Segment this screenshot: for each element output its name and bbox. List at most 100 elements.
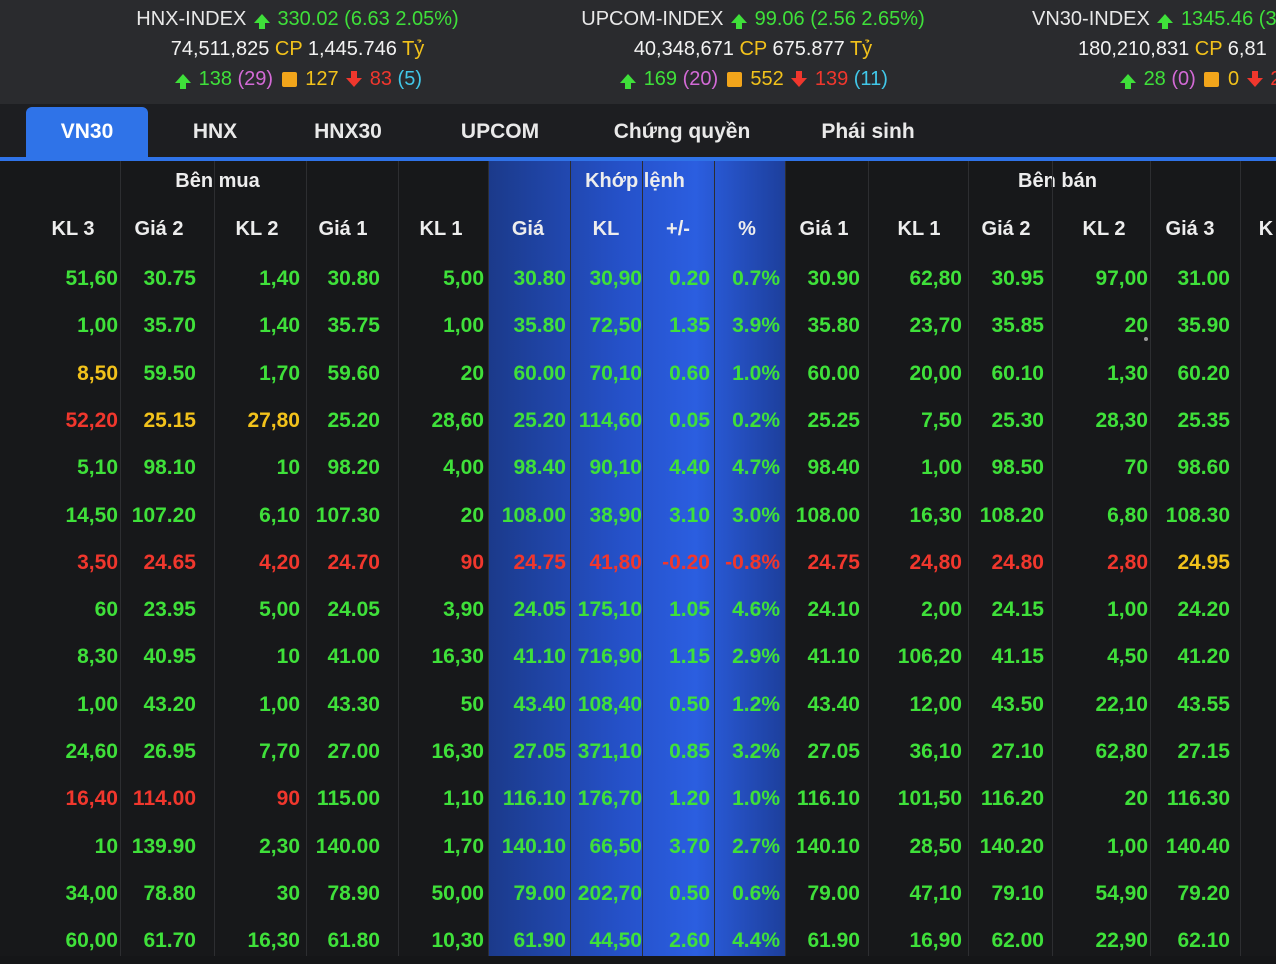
match-volume-cell: 72,50	[589, 314, 642, 338]
table-row[interactable]: 7051,6030.751,4030.805,0030.8030,900.200…	[0, 255, 1276, 302]
column-header-buy-volume-3[interactable]: KL 3	[28, 209, 118, 249]
sell-volume-3-cell	[1236, 539, 1276, 586]
index-name: VN30-INDEX	[1032, 8, 1150, 30]
buy-volume-1-cell: 5,00	[443, 267, 484, 290]
tab-phai-sinh[interactable]: Phái sinh	[800, 107, 936, 157]
column-header-buy-price-2[interactable]: Giá 2	[122, 209, 196, 249]
table-row[interactable]: 05,1098.101098.204,0098.4090,104.404.7%9…	[0, 444, 1276, 491]
table-row[interactable]: 508,5059.501,7059.602060.0070,100.601.0%…	[0, 350, 1276, 397]
column-header-match-price[interactable]: Giá	[490, 209, 566, 249]
match-price-cell: 35.80	[513, 314, 566, 338]
buy-price-1-cell: 30.80	[327, 267, 380, 290]
sell-price-2-cell: 60.10	[991, 361, 1044, 385]
column-header-buy-volume-2[interactable]: KL 2	[214, 209, 300, 249]
match-price-cell: 116.10	[502, 787, 566, 811]
match-percent-cell: -0.8%	[725, 550, 780, 574]
match-percent-cell: 0.7%	[732, 267, 780, 290]
index-change: (2.56 2.65%)	[810, 8, 925, 30]
sell-volume-2-cell: 1,00	[1107, 598, 1148, 622]
column-header-sell-price-1[interactable]: Giá 1	[788, 209, 860, 249]
index-volume: 74,511,825	[170, 38, 270, 60]
index-name: UPCOM-INDEX	[581, 8, 724, 30]
vn30-index-block[interactable]: VN30-INDEX 1345.46 (3 180,210,831 CP 6,8…	[1032, 4, 1276, 94]
table-row[interactable]: 034,0078.803078.9050,0079.00202,700.500.…	[0, 870, 1276, 917]
table-row[interactable]: 351,0035.701,4035.751,0035.8072,501.353.…	[0, 302, 1276, 349]
column-header-match-change[interactable]: +/-	[646, 209, 710, 249]
buy-volume-2-cell: 6,10	[259, 503, 300, 527]
tab-hnx30[interactable]: HNX30	[288, 107, 408, 157]
sell-volume-2-cell: 6,80	[1107, 503, 1148, 527]
table-row[interactable]: 03,5024.654,2024.709024.7541,80-0.20-0.8…	[0, 539, 1276, 586]
column-header-sell-volume-2[interactable]: KL 2	[1060, 209, 1148, 249]
buy-volume-1-cell: 16,30	[431, 645, 484, 669]
advance-icon	[620, 74, 637, 89]
column-header-buy-price-1[interactable]: Giá 1	[306, 209, 380, 249]
buy-volume-1-cell: 90	[460, 550, 484, 574]
column-header-match-percent[interactable]: %	[714, 209, 780, 249]
match-price-cell: 24.75	[513, 550, 566, 574]
tab-hnx[interactable]: HNX	[160, 107, 270, 157]
tab-chung-quyen[interactable]: Chứng quyền	[592, 107, 772, 157]
sell-volume-3-cell	[1236, 728, 1276, 775]
buy-volume-2-cell: 1,70	[259, 361, 300, 385]
table-row[interactable]: 06023.955,0024.053,9024.05175,101.054.6%…	[0, 586, 1276, 633]
match-change-cell: 0.05	[669, 408, 710, 432]
buy-volume-2-cell: 1,00	[259, 692, 300, 716]
match-volume-cell: 30,90	[589, 267, 642, 290]
column-divider	[868, 161, 869, 956]
buy-price-2-cell: 26.95	[143, 740, 196, 763]
sell-price-2-cell: 98.50	[991, 456, 1044, 480]
table-row[interactable]: 08,3040.951041.0016,3041.10716,901.152.9…	[0, 633, 1276, 680]
column-header-buy-volume-1[interactable]: KL 1	[398, 209, 484, 249]
table-row[interactable]: 014,50107.206,10107.3020108.0038,903.103…	[0, 492, 1276, 539]
column-header-sell-volume-3[interactable]: K	[1236, 209, 1276, 249]
sell-price-3-cell: 25.35	[1177, 408, 1230, 432]
table-row[interactable]: 01,0043.201,0043.305043.40108,400.501.2%…	[0, 681, 1276, 728]
column-header-sell-price-3[interactable]: Giá 3	[1150, 209, 1230, 249]
advance-count: 138	[198, 68, 232, 90]
buy-volume-1-cell: 28,60	[431, 408, 484, 432]
match-percent-cell: 1.0%	[732, 787, 780, 811]
sell-price-3-cell: 108.30	[1165, 503, 1230, 527]
index-value: 330.02	[277, 8, 339, 30]
sell-price-1-cell: 116.10	[796, 787, 860, 811]
column-divider	[214, 161, 215, 956]
buy-price-2-cell: 40.95	[143, 645, 196, 669]
hnx-index-block[interactable]: HNX-INDEX 330.02 (6.63 2.05%) 74,511,825…	[130, 4, 465, 94]
buy-price-1-cell: 107.30	[315, 503, 380, 527]
sell-price-2-cell: 41.15	[991, 645, 1044, 669]
currency-label: Tỷ	[402, 38, 425, 60]
sell-price-3-cell: 140.40	[1165, 834, 1230, 858]
match-volume-cell: 202,70	[577, 881, 642, 905]
table-row[interactable]: 1052,2025.1527,8025.2028,6025.20114,600.…	[0, 397, 1276, 444]
table-row[interactable]: 016,40114.0090115.001,10116.10176,701.20…	[0, 775, 1276, 822]
column-divider	[642, 161, 643, 956]
column-header-sell-volume-1[interactable]: KL 1	[876, 209, 962, 249]
index-amount: 1,445.746	[307, 38, 397, 60]
buy-volume-1-cell: 3,90	[443, 598, 484, 622]
sell-price-2-cell: 108.20	[979, 503, 1044, 527]
table-row[interactable]: 010139.902,30140.001,70140.1066,503.702.…	[0, 823, 1276, 870]
buy-price-1-cell: 24.05	[327, 598, 380, 622]
sell-volume-3-cell	[1236, 586, 1276, 633]
buy-volume-2-cell: 16,30	[247, 929, 300, 953]
buy-price-2-cell: 114.00	[132, 787, 196, 811]
match-volume-cell: 176,70	[577, 787, 642, 811]
match-price-cell: 24.05	[513, 598, 566, 622]
sell-volume-1-cell: 2,00	[921, 598, 962, 622]
decline-count: 2	[1270, 68, 1276, 90]
sell-volume-1-cell: 16,90	[909, 929, 962, 953]
table-row[interactable]: 060,0061.7016,3061.8010,3061.9044,502.60…	[0, 917, 1276, 964]
tab-upcom[interactable]: UPCOM	[430, 107, 570, 157]
column-header-match-volume[interactable]: KL	[570, 209, 642, 249]
sell-volume-3-cell	[1236, 823, 1276, 870]
column-header-sell-price-2[interactable]: Giá 2	[968, 209, 1044, 249]
table-row[interactable]: 024,6026.957,7027.0016,3027.05371,100.85…	[0, 728, 1276, 775]
sell-price-3-cell: 98.60	[1177, 456, 1230, 480]
tab-vn30[interactable]: VN30	[26, 107, 148, 157]
column-divider	[398, 161, 399, 956]
buy-price-1-cell: 98.20	[327, 456, 380, 480]
upcom-index-block[interactable]: UPCOM-INDEX 99.06 (2.56 2.65%) 40,348,67…	[578, 4, 928, 94]
column-divider	[306, 161, 307, 956]
match-price-cell: 79.00	[513, 881, 566, 905]
